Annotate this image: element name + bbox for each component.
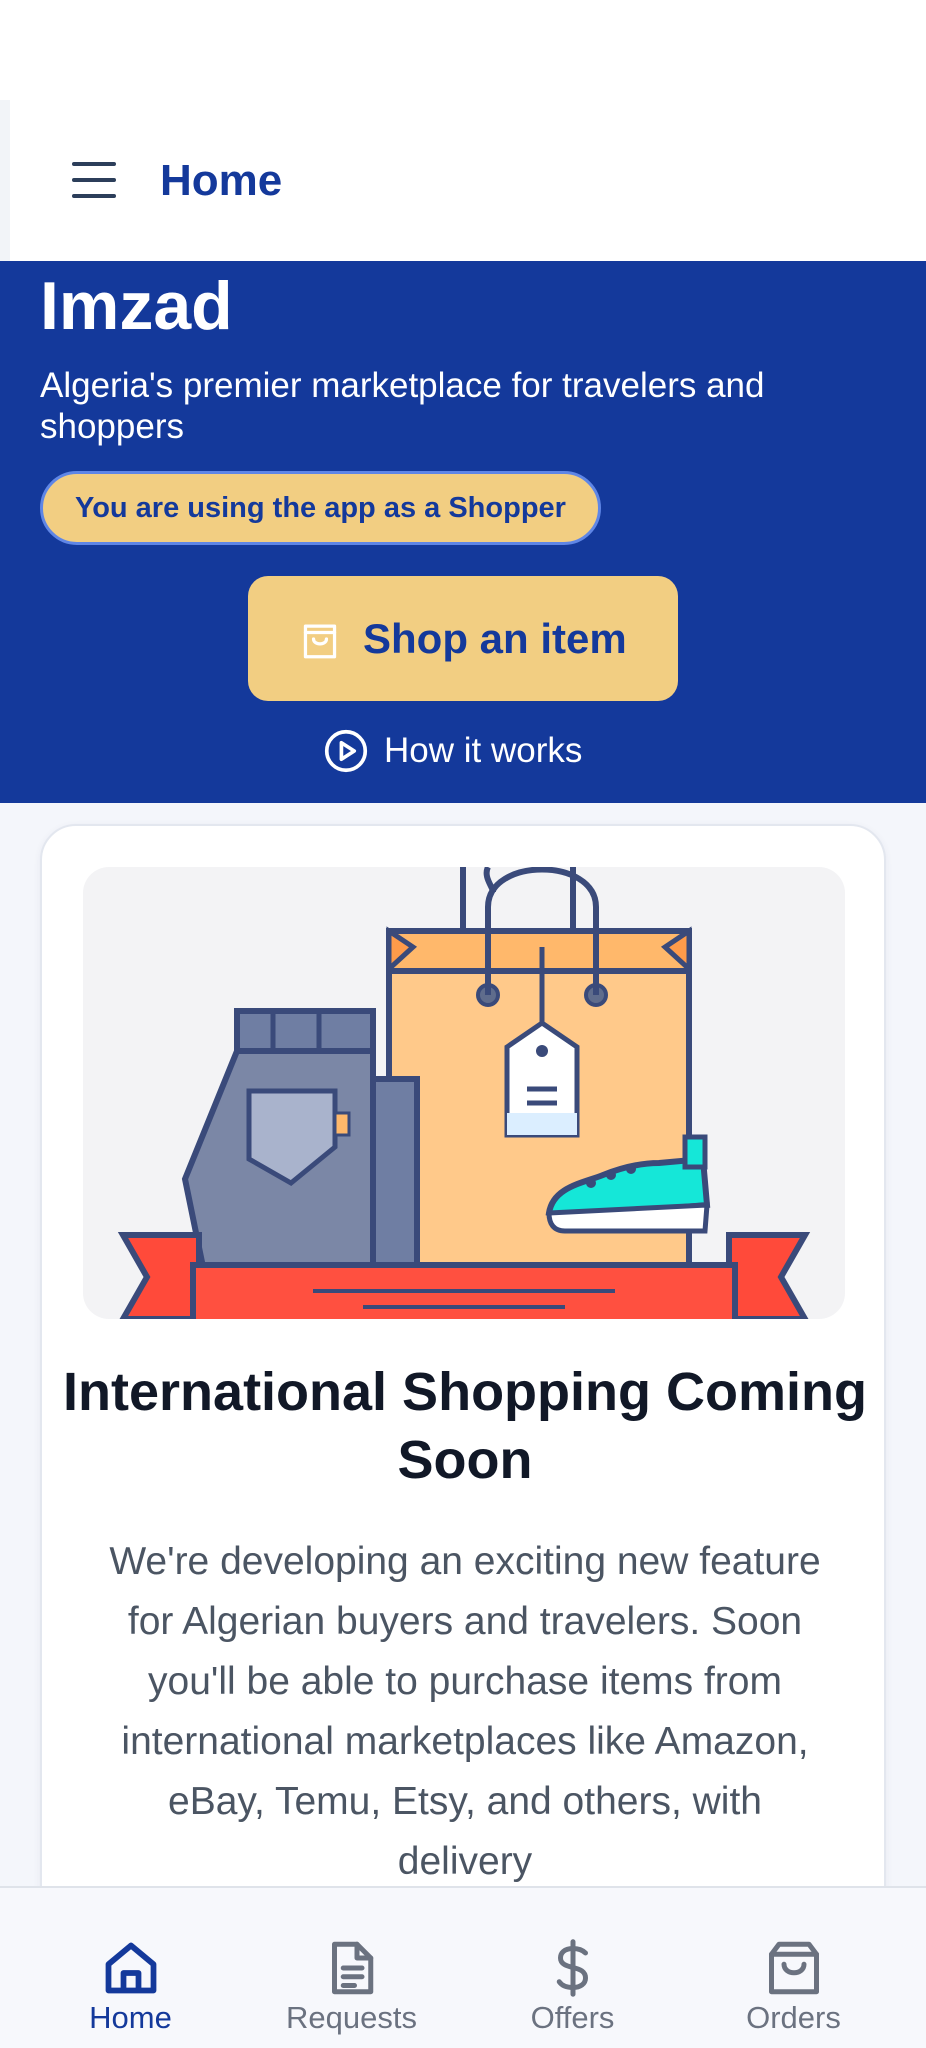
app-tagline: Algeria's premier marketplace for travel…: [40, 366, 765, 446]
shopping-bag-icon: [303, 624, 337, 659]
coming-soon-card: International Shopping Coming Soon We're…: [40, 824, 886, 2048]
app-name: Imzad: [40, 268, 233, 344]
nav-home[interactable]: Home: [15, 1888, 246, 2048]
nav-requests[interactable]: Requests: [236, 1888, 467, 2048]
nav-home-label: Home: [89, 2000, 172, 2035]
nav-offers[interactable]: Offers: [457, 1888, 688, 2048]
app-screen: Home Imzad Algeria's premier marketplace…: [0, 0, 926, 2048]
role-badge: You are using the app as a Shopper: [40, 471, 601, 545]
play-circle-icon: [324, 729, 368, 773]
dollar-icon: [556, 1939, 588, 1997]
status-bar: [0, 0, 926, 100]
page-title: Home: [160, 156, 283, 205]
shopping-bag-icon: [769, 1941, 819, 1995]
bottom-navigation: Home Requests Offers Orders: [0, 1886, 926, 2048]
shop-an-item-label: Shop an item: [363, 615, 627, 662]
shop-an-item-button[interactable]: Shop an item: [248, 576, 678, 701]
hero-banner: Imzad Algeria's premier marketplace for …: [0, 261, 926, 803]
nav-offers-label: Offers: [530, 2000, 615, 2035]
nav-orders-label: Orders: [746, 2000, 841, 2035]
card-title: International Shopping Coming Soon: [63, 1362, 867, 1490]
nav-orders[interactable]: Orders: [678, 1888, 909, 2048]
shopping-illustration: [83, 867, 845, 1319]
how-it-works-label: How it works: [384, 731, 583, 770]
app-header: Home: [0, 100, 926, 261]
card-description: We're developing an exciting new feature…: [109, 1540, 821, 1883]
document-icon: [332, 1941, 374, 1995]
hamburger-menu-icon[interactable]: [66, 156, 122, 204]
nav-requests-label: Requests: [286, 2000, 417, 2035]
home-icon: [105, 1942, 157, 1994]
